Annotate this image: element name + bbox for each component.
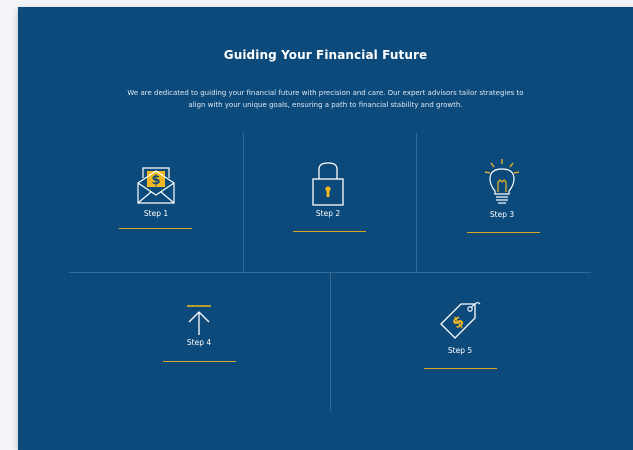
step-5[interactable]: $ Step 5 — [410, 298, 510, 355]
financial-future-section: Guiding Your Financial Future We are ded… — [18, 7, 633, 450]
grid-divider — [243, 133, 244, 273]
step-label: Step 1 — [143, 209, 169, 218]
svg-text:$: $ — [151, 173, 160, 188]
lightbulb-icon — [484, 159, 520, 204]
step-underline — [293, 231, 366, 232]
section-description: We are dedicated to guiding your financi… — [127, 89, 524, 109]
section-title: Guiding Your Financial Future — [223, 48, 428, 62]
padlock-icon — [312, 162, 344, 206]
step-label: Step 2 — [315, 209, 341, 218]
arrow-up-icon — [187, 305, 211, 335]
step-label: Step 3 — [489, 210, 515, 219]
step-label: Step 4 — [186, 338, 212, 347]
step-underline — [163, 361, 236, 362]
price-tag-dollar-icon: $ — [440, 302, 481, 339]
grid-divider — [330, 273, 331, 411]
step-1[interactable]: $ Step 1 — [106, 165, 206, 218]
step-2[interactable]: Step 2 — [278, 161, 378, 218]
step-3[interactable]: Step 3 — [452, 158, 552, 219]
step-underline — [467, 232, 540, 233]
step-underline — [424, 368, 497, 369]
step-4[interactable]: Step 4 — [149, 304, 249, 347]
step-label: Step 5 — [447, 346, 473, 355]
grid-divider — [416, 133, 417, 273]
step-underline — [119, 228, 192, 229]
envelope-dollar-icon: $ — [137, 167, 175, 204]
